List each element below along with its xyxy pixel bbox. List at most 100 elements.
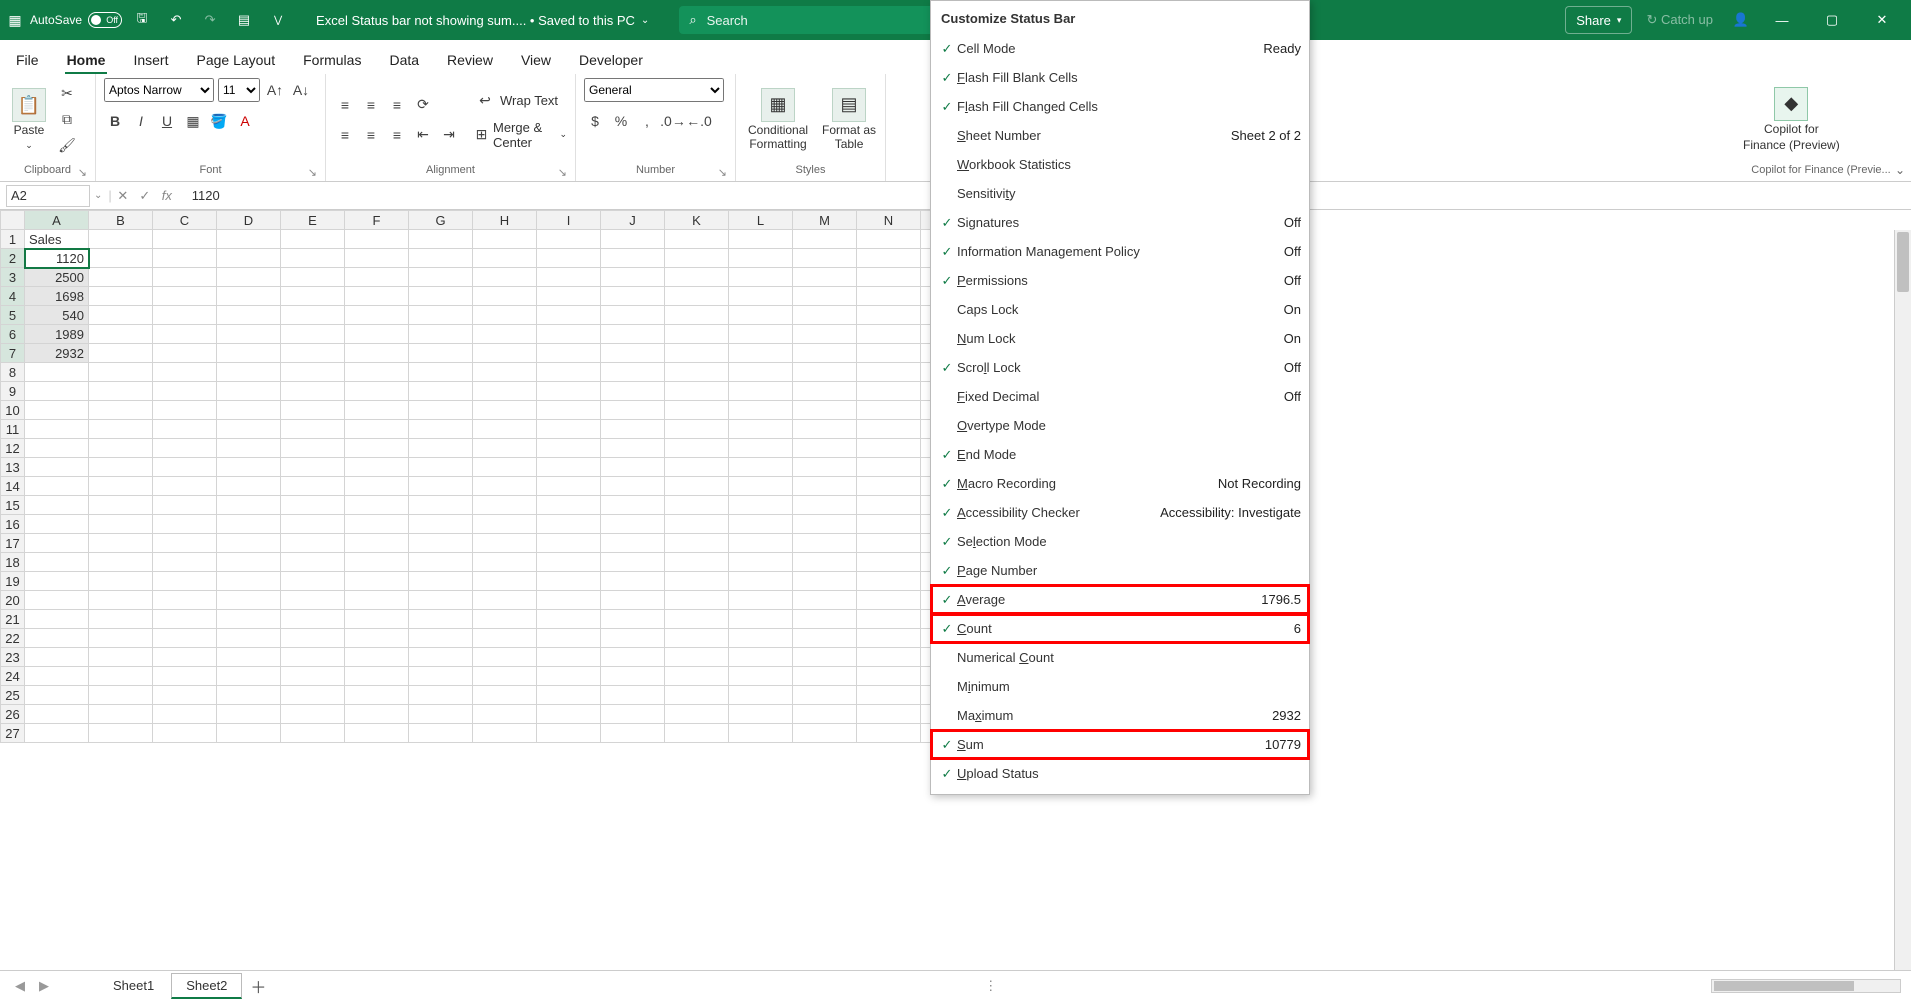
- status-item-sensitivity[interactable]: Sensitivity: [931, 179, 1309, 208]
- vertical-scrollbar[interactable]: [1894, 230, 1911, 970]
- customize-status-bar-menu: Customize Status Bar ✓Cell ModeReady✓Fla…: [930, 0, 1310, 795]
- status-item-end-mode[interactable]: ✓End Mode: [931, 440, 1309, 469]
- status-item-caps-lock[interactable]: Caps LockOn: [931, 295, 1309, 324]
- quickprint-icon[interactable]: ▤: [230, 6, 258, 34]
- sheet-nav-prev-icon[interactable]: ◀: [10, 978, 30, 994]
- save-icon[interactable]: 🖫: [128, 6, 156, 34]
- document-name[interactable]: Excel Status bar not showing sum.... • S…: [316, 13, 649, 28]
- sheet-tab-sheet2[interactable]: Sheet2: [171, 973, 242, 999]
- undo-icon[interactable]: ↶: [162, 6, 190, 34]
- tab-page-layout[interactable]: Page Layout: [194, 46, 277, 74]
- wrap-icon: ↩: [474, 90, 496, 112]
- sheet-nav-next-icon[interactable]: ▶: [34, 978, 54, 994]
- tab-review[interactable]: Review: [445, 46, 495, 74]
- status-item-workbook-statistics[interactable]: Workbook Statistics: [931, 150, 1309, 179]
- account-icon[interactable]: 👤: [1727, 6, 1755, 34]
- decrease-font-icon[interactable]: A↓: [290, 79, 312, 101]
- underline-icon[interactable]: U: [156, 110, 178, 132]
- sheet-tab-sheet1[interactable]: Sheet1: [98, 973, 169, 999]
- horizontal-scrollbar[interactable]: [1711, 979, 1901, 993]
- enter-formula-icon[interactable]: ✓: [134, 185, 156, 207]
- status-item-macro-recording[interactable]: ✓Macro RecordingNot Recording: [931, 469, 1309, 498]
- status-item-information-management-policy[interactable]: ✓Information Management PolicyOff: [931, 237, 1309, 266]
- name-box[interactable]: A2: [6, 185, 90, 207]
- fill-color-icon[interactable]: 🪣: [208, 110, 230, 132]
- close-icon[interactable]: ✕: [1859, 0, 1905, 40]
- font-name-select[interactable]: Aptos Narrow: [104, 78, 214, 102]
- italic-icon[interactable]: I: [130, 110, 152, 132]
- comma-icon[interactable]: ,: [636, 110, 658, 132]
- status-item-cell-mode[interactable]: ✓Cell ModeReady: [931, 34, 1309, 63]
- formula-value[interactable]: 1120: [192, 188, 220, 203]
- paste-button[interactable]: 📋 Paste ⌄: [8, 86, 50, 152]
- align-bottom-icon[interactable]: ≡: [386, 94, 408, 116]
- borders-icon[interactable]: ▦: [182, 110, 204, 132]
- status-item-selection-mode[interactable]: ✓Selection Mode: [931, 527, 1309, 556]
- sheet-options-icon[interactable]: ⋮: [984, 978, 997, 994]
- namebox-dropdown-icon[interactable]: ⌄: [94, 190, 102, 201]
- tab-view[interactable]: View: [519, 46, 553, 74]
- tab-file[interactable]: File: [14, 46, 41, 74]
- font-color-icon[interactable]: A: [234, 110, 256, 132]
- collapse-ribbon-icon[interactable]: ⌄: [1895, 163, 1905, 177]
- tab-insert[interactable]: Insert: [131, 46, 170, 74]
- status-item-overtype-mode[interactable]: Overtype Mode: [931, 411, 1309, 440]
- inc-decimal-icon[interactable]: .0→: [662, 110, 684, 132]
- format-painter-icon[interactable]: 🖌: [56, 135, 78, 157]
- catchup-button[interactable]: ↻ Catch up: [1636, 12, 1723, 28]
- status-item-upload-status[interactable]: ✓Upload Status: [931, 759, 1309, 788]
- wrap-text-button[interactable]: ↩Wrap Text: [474, 90, 567, 112]
- number-format-select[interactable]: General: [584, 78, 724, 102]
- bold-icon[interactable]: B: [104, 110, 126, 132]
- align-center-icon[interactable]: ≡: [360, 124, 382, 146]
- currency-icon[interactable]: $: [584, 110, 606, 132]
- tab-formulas[interactable]: Formulas: [301, 46, 363, 74]
- status-item-sheet-number[interactable]: Sheet NumberSheet 2 of 2: [931, 121, 1309, 150]
- cancel-formula-icon[interactable]: ✕: [112, 185, 134, 207]
- status-item-scroll-lock[interactable]: ✓Scroll LockOff: [931, 353, 1309, 382]
- status-item-num-lock[interactable]: Num LockOn: [931, 324, 1309, 353]
- status-item-sum[interactable]: ✓Sum10779: [931, 730, 1309, 759]
- conditional-formatting-button[interactable]: ▦Conditional Formatting: [744, 86, 812, 154]
- autosave-toggle[interactable]: AutoSave Off: [30, 12, 122, 28]
- tab-developer[interactable]: Developer: [577, 46, 645, 74]
- share-button[interactable]: Share▾: [1565, 6, 1632, 34]
- tab-data[interactable]: Data: [387, 46, 421, 74]
- copilot-finance-button[interactable]: ◆ Copilot for Finance (Preview): [1739, 85, 1844, 155]
- align-middle-icon[interactable]: ≡: [360, 94, 382, 116]
- dec-decimal-icon[interactable]: ←.0: [688, 110, 710, 132]
- status-item-accessibility-checker[interactable]: ✓Accessibility CheckerAccessibility: Inv…: [931, 498, 1309, 527]
- tab-home[interactable]: Home: [65, 46, 108, 74]
- font-size-select[interactable]: 11: [218, 78, 260, 102]
- status-item-count[interactable]: ✓Count6: [931, 614, 1309, 643]
- increase-font-icon[interactable]: A↑: [264, 79, 286, 101]
- status-item-fixed-decimal[interactable]: Fixed DecimalOff: [931, 382, 1309, 411]
- format-as-table-button[interactable]: ▤Format as Table: [818, 86, 880, 154]
- add-sheet-button[interactable]: ＋: [246, 974, 270, 998]
- qat-more-icon[interactable]: ⋁: [264, 6, 292, 34]
- fx-icon[interactable]: fx: [156, 185, 178, 207]
- align-top-icon[interactable]: ≡: [334, 94, 356, 116]
- align-left-icon[interactable]: ≡: [334, 124, 356, 146]
- cut-icon[interactable]: ✂: [56, 83, 78, 105]
- status-item-permissions[interactable]: ✓PermissionsOff: [931, 266, 1309, 295]
- indent-dec-icon[interactable]: ⇤: [412, 124, 434, 146]
- orientation-icon[interactable]: ⟳: [412, 94, 434, 116]
- status-item-flash-fill-changed-cells[interactable]: ✓Flash Fill Changed Cells: [931, 92, 1309, 121]
- percent-icon[interactable]: %: [610, 110, 632, 132]
- indent-inc-icon[interactable]: ⇥: [438, 124, 460, 146]
- search-input[interactable]: ⌕ Search: [679, 6, 939, 34]
- status-item-numerical-count[interactable]: Numerical Count: [931, 643, 1309, 672]
- maximize-icon[interactable]: ▢: [1809, 0, 1855, 40]
- status-item-average[interactable]: ✓Average1796.5: [931, 585, 1309, 614]
- align-right-icon[interactable]: ≡: [386, 124, 408, 146]
- status-item-signatures[interactable]: ✓SignaturesOff: [931, 208, 1309, 237]
- copy-icon[interactable]: ⧉: [56, 109, 78, 131]
- status-item-page-number[interactable]: ✓Page Number: [931, 556, 1309, 585]
- status-item-minimum[interactable]: Minimum: [931, 672, 1309, 701]
- redo-icon[interactable]: ↷: [196, 6, 224, 34]
- minimize-icon[interactable]: ―: [1759, 0, 1805, 40]
- merge-center-button[interactable]: ⊞Merge & Center ⌄: [474, 120, 567, 150]
- status-item-flash-fill-blank-cells[interactable]: ✓Flash Fill Blank Cells: [931, 63, 1309, 92]
- status-item-maximum[interactable]: Maximum2932: [931, 701, 1309, 730]
